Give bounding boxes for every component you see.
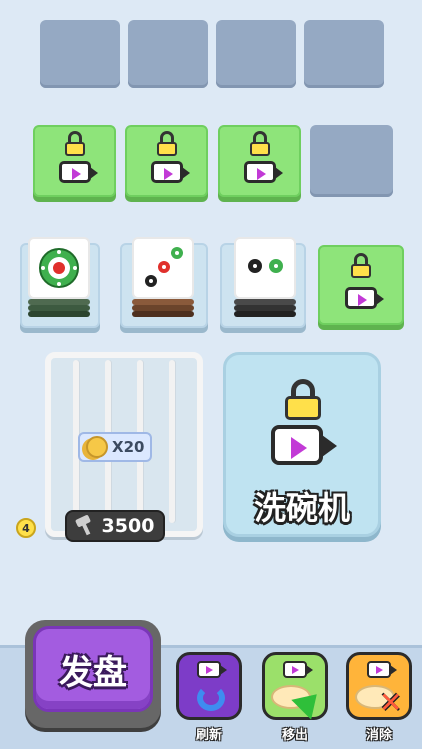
video-ad-icon	[243, 161, 283, 183]
lock-icon	[351, 253, 371, 278]
deal-button-label: 发盘	[59, 652, 127, 693]
level-badge: 4	[16, 518, 36, 538]
refresh-label: 刷新	[195, 728, 222, 743]
price-text: 3500	[101, 515, 155, 537]
two-dot-plate-icon	[248, 259, 283, 273]
plate-stack-slot-3[interactable]	[220, 237, 306, 328]
remove-button[interactable]	[262, 652, 328, 720]
locked-slot-row3[interactable]	[318, 245, 404, 325]
coin-multiplier-text: X20	[112, 438, 145, 456]
video-ad-icon	[345, 287, 384, 309]
hammer-icon	[76, 517, 96, 535]
empty-slot-2	[128, 20, 208, 88]
video-ad-icon	[197, 661, 227, 678]
coin-icon	[86, 436, 108, 458]
coin-multiplier-badge: X20	[78, 432, 153, 462]
video-ad-icon	[150, 161, 190, 183]
deal-button[interactable]: 发盘	[25, 620, 161, 728]
lock-icon	[249, 131, 270, 156]
empty-slot-3	[216, 20, 296, 88]
remove-label: 移出	[281, 728, 308, 743]
clear-button[interactable]: ✕	[346, 652, 412, 720]
video-ad-icon	[271, 425, 337, 465]
dishwasher-slot[interactable]: 洗碗机	[223, 352, 381, 537]
locked-slot-row2-2[interactable]	[125, 125, 208, 197]
plate-stack-slot-2[interactable]	[120, 237, 208, 328]
unlock-price-button[interactable]: 3500	[65, 510, 165, 542]
lock-icon	[285, 379, 321, 420]
clear-label: 消除	[365, 728, 392, 743]
green-wheel-plate-icon	[39, 248, 79, 288]
video-ad-icon	[367, 661, 397, 678]
dishwasher-label: 洗碗机	[253, 489, 350, 527]
empty-slot-1	[40, 20, 120, 88]
empty-slot-4	[304, 20, 384, 88]
empty-slot-row2-4	[310, 125, 393, 197]
refresh-icon	[197, 685, 225, 711]
video-ad-icon	[58, 161, 98, 183]
lock-icon	[156, 131, 177, 156]
three-dot-plate-icon	[145, 247, 183, 287]
plate-stack-slot-1[interactable]	[20, 237, 100, 328]
locked-slot-row2-3[interactable]	[218, 125, 301, 197]
clear-x-icon: ✕	[379, 686, 403, 719]
lock-icon	[64, 131, 85, 156]
refresh-button[interactable]	[176, 652, 242, 720]
locked-slot-row2-1[interactable]	[33, 125, 116, 197]
video-ad-icon	[283, 661, 313, 678]
